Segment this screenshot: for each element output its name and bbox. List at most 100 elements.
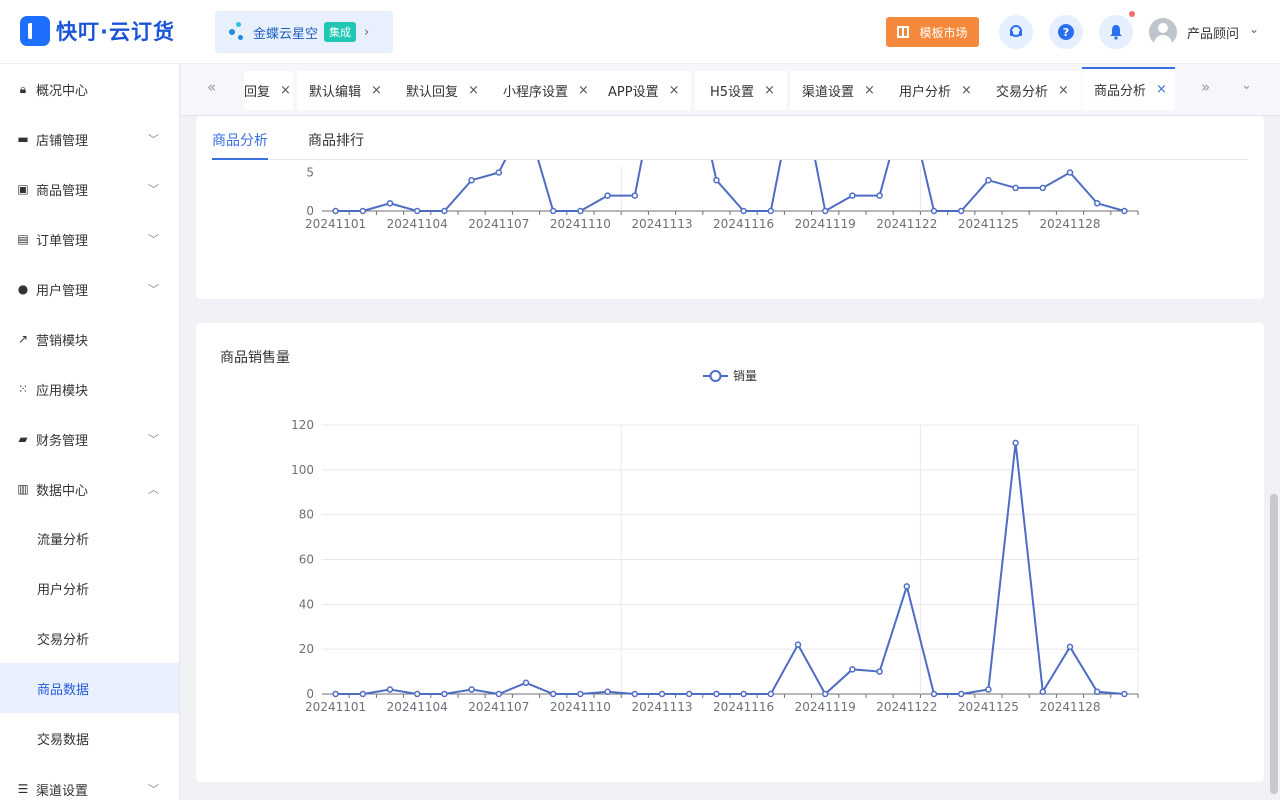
kingdee-logo-icon bbox=[229, 21, 247, 43]
tab-channel-settings[interactable]: 渠道设置 × bbox=[790, 71, 887, 110]
data-point bbox=[332, 690, 339, 698]
close-icon[interactable]: × bbox=[961, 83, 972, 98]
tab-reply-partial[interactable]: 回复 × bbox=[244, 71, 293, 110]
x-tick-label: 20241107 bbox=[468, 217, 529, 231]
tab-label: 商品分析 bbox=[1094, 84, 1147, 99]
close-icon[interactable]: × bbox=[1156, 82, 1167, 97]
close-icon[interactable]: × bbox=[1058, 83, 1069, 98]
y-tick-label: 40 bbox=[299, 597, 314, 611]
sidebar-item-label: 用户分析 bbox=[37, 582, 90, 598]
y-tick-label: 5 bbox=[306, 166, 314, 180]
x-tick-label: 20241119 bbox=[795, 217, 856, 231]
data-point bbox=[957, 690, 965, 698]
sidebar-item-store[interactable]: ▬ 店铺管理 ﹀ bbox=[0, 114, 179, 164]
x-tick-label: 20241125 bbox=[958, 700, 1019, 714]
x-tick-label: 20241101 bbox=[305, 700, 366, 714]
tab-miniprogram-settings[interactable]: 小程序设置 × bbox=[491, 71, 601, 110]
data-point bbox=[821, 207, 829, 215]
data-point bbox=[1012, 184, 1019, 192]
tab-trade-analysis[interactable]: 交易分析 × bbox=[984, 71, 1081, 110]
close-icon[interactable]: × bbox=[864, 83, 875, 98]
sidebar-item-overview[interactable]: 🔒︎ 概况中心 bbox=[0, 64, 179, 114]
sales-volume-line-chart: 0 20 40 60 80 100 120 20241101 20241104 20241107 2… bbox=[291, 418, 1139, 714]
goods-icon: ▣ bbox=[17, 182, 29, 196]
y-tick-label: 100 bbox=[291, 463, 314, 477]
sidebar-item-label: 概况中心 bbox=[36, 83, 89, 99]
y-tick-label: 0 bbox=[306, 687, 314, 701]
bar-chart-icon: ▥ bbox=[17, 482, 29, 496]
sidebar-item-data-center[interactable]: ▥ 数据中心 ︿ bbox=[0, 464, 179, 514]
sidebar-item-traffic-analysis[interactable]: 流量分析 bbox=[0, 513, 179, 563]
tab-user-analysis[interactable]: 用户分析 × bbox=[887, 71, 984, 110]
sidebar-item-trade-analysis[interactable]: 交易分析 bbox=[0, 613, 179, 663]
help-button[interactable]: ? bbox=[1049, 15, 1083, 49]
user-avatar[interactable] bbox=[1149, 18, 1177, 46]
template-market-label: 模板市场 bbox=[919, 25, 968, 40]
close-icon[interactable]: × bbox=[578, 83, 589, 98]
data-point bbox=[685, 690, 693, 698]
data-point bbox=[1093, 200, 1101, 207]
notification-button[interactable] bbox=[1099, 15, 1133, 49]
close-icon[interactable]: × bbox=[669, 83, 680, 98]
kingdee-integration-button[interactable]: 金蝶云星空 集成 › bbox=[215, 11, 393, 53]
customer-service-button[interactable] bbox=[999, 15, 1033, 49]
tab-default-edit[interactable]: 默认编辑 × bbox=[297, 71, 394, 110]
sidebar-item-channels[interactable]: ☰ 渠道设置 ﹀ bbox=[0, 764, 179, 800]
x-tick-label: 20241125 bbox=[958, 217, 1019, 231]
data-point bbox=[495, 169, 503, 176]
subtab-goods-analysis[interactable]: 商品分析 bbox=[212, 130, 268, 150]
y-tick-label: 20 bbox=[299, 642, 314, 656]
x-tick-label: 20241116 bbox=[713, 217, 774, 231]
tab-goods-analysis[interactable]: 商品分析 × bbox=[1082, 67, 1175, 110]
chevron-down-icon[interactable]: ⌄ bbox=[1241, 78, 1252, 93]
chevron-down-icon[interactable]: ⌄ bbox=[1249, 22, 1259, 36]
sidebar-item-apps[interactable]: ⁙ 应用模块 bbox=[0, 364, 179, 414]
sidebar-item-marketing[interactable]: ↗ 营销模块 bbox=[0, 314, 179, 364]
store-icon: ▬ bbox=[17, 132, 29, 146]
user-icon: ● bbox=[17, 282, 29, 296]
subtab-goods-ranking[interactable]: 商品排行 bbox=[308, 130, 364, 150]
data-point bbox=[985, 686, 992, 693]
data-point bbox=[930, 207, 938, 215]
data-point bbox=[876, 668, 883, 675]
double-chevron-right-icon[interactable]: » bbox=[1201, 78, 1210, 96]
app-logo[interactable]: 快叮·云订货 bbox=[20, 16, 175, 46]
tab-label: 默认编辑 bbox=[309, 85, 362, 100]
data-point bbox=[1121, 690, 1128, 698]
data-point bbox=[549, 690, 557, 698]
sidebar-item-orders[interactable]: ▤ 订单管理 ﹀ bbox=[0, 214, 179, 264]
x-tick-label: 20241104 bbox=[387, 217, 448, 231]
sidebar-item-goods[interactable]: ▣ 商品管理 ﹀ bbox=[0, 164, 179, 214]
user-name[interactable]: 产品顾问 bbox=[1187, 23, 1239, 42]
x-tick-label: 20241116 bbox=[713, 700, 774, 714]
y-tick-label: 120 bbox=[291, 418, 314, 432]
goods-analysis-panel: 0 5 20241101 20241104 20241107 20241110 202411… bbox=[196, 116, 1264, 299]
page-scrollbar[interactable] bbox=[1270, 494, 1278, 794]
sidebar-item-finance[interactable]: ▰ 财务管理 ﹀ bbox=[0, 414, 179, 464]
template-icon bbox=[897, 26, 910, 38]
close-icon[interactable]: × bbox=[280, 83, 291, 98]
data-point bbox=[577, 207, 584, 215]
x-tick-label: 20241101 bbox=[305, 217, 366, 231]
sidebar-item-trade-data[interactable]: 交易数据 bbox=[0, 713, 179, 763]
sidebar-item-label: 店铺管理 bbox=[36, 133, 89, 149]
template-market-button[interactable]: 模板市场 bbox=[886, 17, 979, 47]
tab-h5-settings[interactable]: H5设置 × bbox=[695, 71, 787, 110]
tab-app-settings[interactable]: APP设置 × bbox=[596, 71, 692, 110]
double-chevron-left-icon[interactable]: « bbox=[207, 78, 216, 96]
sidebar-item-goods-data[interactable]: 商品数据 bbox=[0, 663, 179, 713]
tab-label: APP设置 bbox=[608, 85, 659, 100]
sidebar-item-users[interactable]: ● 用户管理 ﹀ bbox=[0, 264, 179, 314]
data-point bbox=[740, 207, 747, 215]
analysis-subtabs: 商品分析 商品排行 bbox=[212, 116, 1248, 160]
close-icon[interactable]: × bbox=[764, 83, 775, 98]
sidebar-item-user-analysis[interactable]: 用户分析 bbox=[0, 563, 179, 613]
close-icon[interactable]: × bbox=[468, 83, 479, 98]
sidebar-item-label: 财务管理 bbox=[36, 433, 89, 449]
integration-badge: 集成 bbox=[324, 22, 357, 42]
close-icon[interactable]: × bbox=[371, 83, 382, 98]
page-tabs-bar: « 回复 × 默认编辑 × 默认回复 × 小程序设置 × APP设置 × H5设置 × 渠道… bbox=[181, 64, 1280, 116]
tab-default-reply[interactable]: 默认回复 × bbox=[394, 71, 491, 110]
data-point bbox=[794, 641, 802, 648]
sidebar: 🔒︎ 概况中心 ▬ 店铺管理 ﹀ ▣ 商品管理 ﹀ ▤ 订单管理 ﹀ ● 用户管理 ﹀ ↗ 营销模块… bbox=[0, 64, 180, 800]
